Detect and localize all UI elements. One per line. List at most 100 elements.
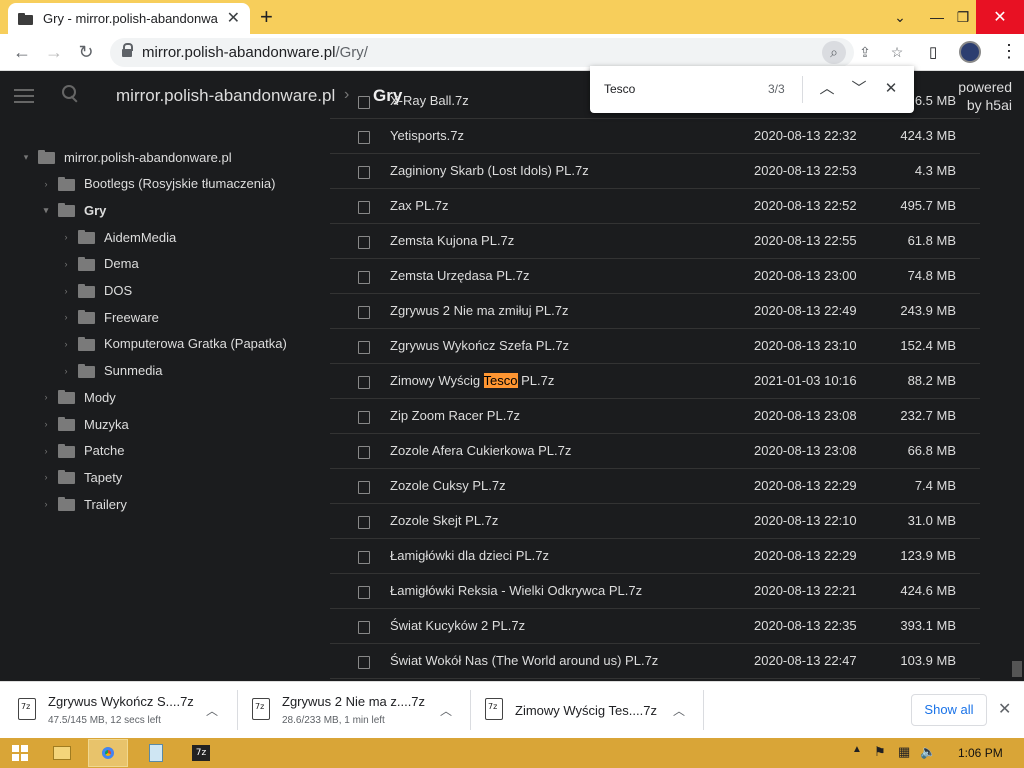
tree-node[interactable]: › Muzyka [40,413,129,435]
tree-node[interactable]: › Trailery [40,493,127,515]
window-close-button[interactable]: ✕ [976,0,1024,34]
google-lens-icon[interactable]: ⌕ [822,41,846,64]
file-name[interactable]: Zip Zoom Racer PL.7z [390,408,520,423]
profile-avatar[interactable] [959,41,981,63]
tree-toggle-icon[interactable]: › [40,446,52,456]
file-name[interactable]: Świat Kucyków 2 PL.7z [390,618,525,633]
7zip-icon[interactable]: 7z [181,739,221,767]
file-row[interactable]: Zaginiony Skarb (Lost Idols) PL.7z 2020-0… [330,154,980,189]
share-icon[interactable]: ⇪ [853,41,877,64]
find-next-icon[interactable]: ﹀ [848,78,870,100]
file-explorer-icon[interactable] [42,739,82,767]
network-icon[interactable]: ▦ [898,744,910,760]
file-name[interactable]: Zgrywus Wykończ Szefa PL.7z [390,338,569,353]
browser-tab[interactable]: Gry - mirror.polish-abandonware ✕ [8,3,250,34]
file-name[interactable]: Zgrywus 2 Nie ma zmiłuj PL.7z [390,303,568,318]
url-text[interactable]: mirror.polish-abandonware.pl/Gry/ [142,44,368,61]
volume-icon[interactable]: 🔈 [920,744,936,760]
tree-node[interactable]: › Tapety [40,466,123,488]
tree-node[interactable]: ▾ Gry [40,199,107,221]
tree-toggle-icon[interactable]: › [60,312,72,322]
file-name[interactable]: Łamigłówki dla dzieci PL.7z [390,548,549,563]
file-row[interactable]: Zemsta Kujona PL.7z 2020-08-13 22:55 61.8 … [330,224,980,259]
file-name[interactable]: Zaginiony Skarb (Lost Idols) PL.7z [390,163,589,178]
close-download-shelf-icon[interactable]: ✕ [998,699,1011,719]
tray-flag-icon[interactable]: ⚑ [874,744,886,760]
file-row[interactable]: Zemsta Urzędasa PL.7z 2020-08-13 23:00 74.… [330,259,980,294]
tree-toggle-icon[interactable]: › [40,392,52,402]
show-all-downloads-button[interactable]: Show all [911,694,987,726]
file-row[interactable]: Zozole Skejt PL.7z 2020-08-13 22:10 31.0 M… [330,504,980,539]
file-row[interactable]: Świat Wokół Nas (The World around us) PL… [330,644,980,679]
find-close-icon[interactable]: ✕ [880,78,902,100]
tree-toggle-icon[interactable]: › [60,232,72,242]
breadcrumb-home[interactable]: mirror.polish-abandonware.pl [116,86,335,106]
find-input[interactable]: Tesco [604,82,635,96]
file-row[interactable]: Yetisports.7z 2020-08-13 22:32 424.3 MB [330,119,980,154]
file-name[interactable]: Zozole Skejt PL.7z [390,513,498,528]
file-name[interactable]: Świat Wokół Nas (The World around us) PL… [390,653,658,668]
hamburger-menu-icon[interactable] [14,89,34,103]
close-tab-icon[interactable]: ✕ [227,10,240,27]
notepad-icon[interactable] [136,739,176,767]
file-row[interactable]: Zimowy Wyścig Tesco PL.7z 2021-01-03 10:1… [330,364,980,399]
download-item[interactable]: Zgrywus Wykończ S....7z 47.5/145 MB, 12 … [18,682,228,739]
reload-icon[interactable]: ↻ [75,42,97,64]
file-row[interactable]: Zgrywus 2 Nie ma zmiłuj PL.7z 2020-08-13 … [330,294,980,329]
tree-node[interactable]: › Komputerowa Gratka (Papatka) [60,333,287,355]
forward-icon[interactable]: → [43,42,65,64]
tree-toggle-icon[interactable]: › [60,366,72,376]
file-name[interactable]: Zozole Afera Cukierkowa PL.7z [390,443,571,458]
tree-node[interactable]: › AidemMedia [60,226,177,248]
file-row[interactable]: Zozole Afera Cukierkowa PL.7z 2020-08-13 … [330,434,980,469]
tree-toggle-icon[interactable]: › [40,179,52,189]
lock-icon[interactable] [122,43,133,58]
menu-kebab-icon[interactable]: ⋮ [1000,41,1018,62]
bookmark-star-icon[interactable]: ☆ [885,41,909,64]
download-item[interactable]: Zgrywus 2 Nie ma z....7z 28.6/233 MB, 1 … [252,682,462,739]
file-name[interactable]: Zemsta Urzędasa PL.7z [390,268,529,283]
tab-search-icon[interactable]: ⌄ [885,0,915,34]
file-row[interactable]: Zgrywus Wykończ Szefa PL.7z 2020-08-13 23… [330,329,980,364]
search-icon[interactable] [62,85,80,103]
file-row[interactable]: Zozole Cuksy PL.7z 2020-08-13 22:29 7.4 MB [330,469,980,504]
find-previous-icon[interactable]: ︿ [816,78,838,100]
file-row[interactable]: Zax PL.7z 2020-08-13 22:52 495.7 MB [330,189,980,224]
tree-toggle-icon[interactable]: ▾ [40,205,52,216]
file-name[interactable]: Zemsta Kujona PL.7z [390,233,514,248]
file-name[interactable]: X-Ray Ball.7z [390,93,469,108]
scrollbar-thumb[interactable] [1012,661,1022,677]
clock[interactable]: 1:06 PM [958,746,1003,760]
tree-node[interactable]: › Sunmedia [60,360,163,382]
file-row[interactable]: Łamigłówki Reksia - Wielki Odkrywca PL.7… [330,574,980,609]
chrome-icon[interactable] [88,739,128,767]
side-panel-icon[interactable]: ▯ [929,43,937,61]
tree-toggle-icon[interactable]: › [40,472,52,482]
start-button[interactable] [0,739,40,767]
tray-expand-icon[interactable]: ▲ [852,744,862,755]
restore-button[interactable]: ❐ [948,0,978,34]
file-name[interactable]: Zozole Cuksy PL.7z [390,478,506,493]
tree-toggle-icon[interactable]: › [60,259,72,269]
tree-node[interactable]: ▾ mirror.polish-abandonware.pl [20,146,232,168]
file-name[interactable]: Yetisports.7z [390,128,464,143]
file-name[interactable]: Zimowy Wyścig Tesco PL.7z [390,373,554,388]
tree-node[interactable]: › Bootlegs (Rosyjskie tłumaczenia) [40,173,276,195]
address-bar[interactable]: mirror.polish-abandonware.pl/Gry/ ⌕ ⇪ ☆ [110,38,903,67]
file-row[interactable]: Świat Kucyków 2 PL.7z 2020-08-13 22:35 393… [330,609,980,644]
tree-toggle-icon[interactable]: › [60,286,72,296]
file-name[interactable]: Zax PL.7z [390,198,449,213]
tree-toggle-icon[interactable]: › [40,419,52,429]
tree-toggle-icon[interactable]: › [60,339,72,349]
tree-node[interactable]: › Patche [40,440,125,462]
download-options-icon[interactable]: ︿ [206,702,218,719]
download-options-icon[interactable]: ︿ [673,702,685,719]
file-name[interactable]: Łamigłówki Reksia - Wielki Odkrywca PL.7… [390,583,642,598]
file-row[interactable]: Zip Zoom Racer PL.7z 2020-08-13 23:08 232.… [330,399,980,434]
tree-toggle-icon[interactable]: › [40,499,52,509]
tree-toggle-icon[interactable]: ▾ [20,152,32,163]
tree-node[interactable]: › Freeware [60,306,159,328]
download-options-icon[interactable]: ︿ [440,702,452,719]
download-item[interactable]: Zimowy Wyścig Tes....7z ︿ [485,682,695,739]
tree-node[interactable]: › DOS [60,280,133,302]
